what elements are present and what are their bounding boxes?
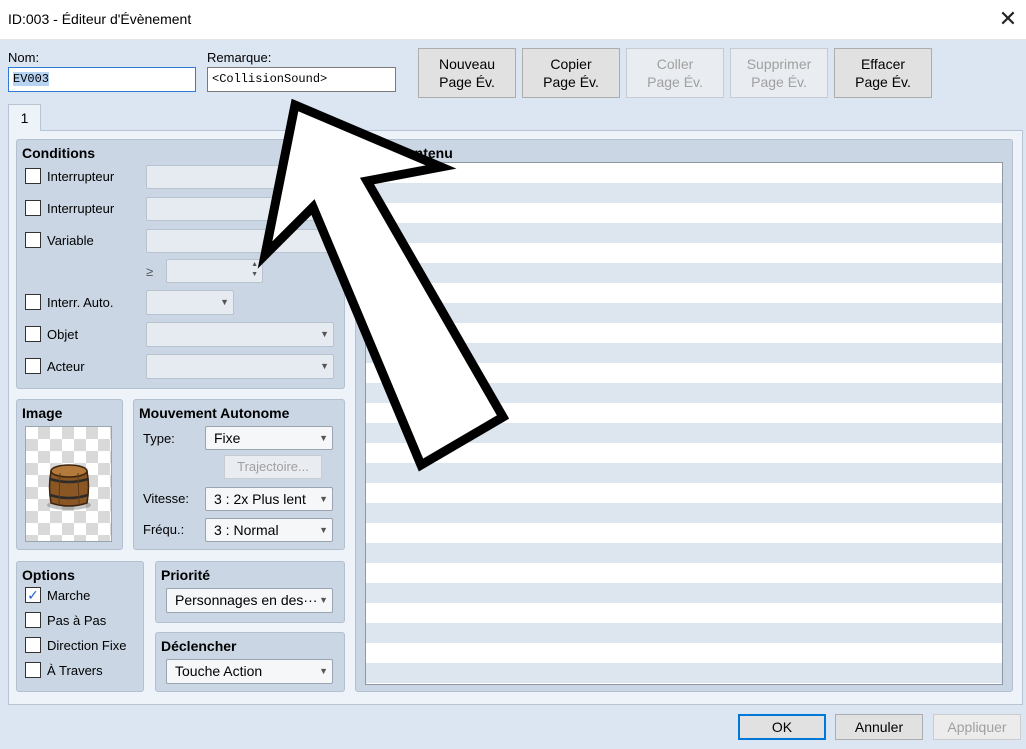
condition-variable-label: Variable [47, 233, 94, 248]
option-walk-checkbox[interactable]: ✓ [25, 587, 41, 603]
chevron-down-icon: ▼ [319, 494, 328, 504]
condition-selfswitch-label: Interr. Auto. [47, 295, 114, 310]
delete-page-label-2: Page Év. [751, 74, 807, 90]
condition-actor-checkbox[interactable] [25, 358, 41, 374]
close-icon[interactable]: ✕ [998, 6, 1018, 32]
new-page-button[interactable]: Nouveau Page Év. [418, 48, 516, 98]
paste-page-button[interactable]: Coller Page Év. [626, 48, 724, 98]
name-label: Nom: [8, 50, 40, 65]
condition-switch2-label: Interrupteur [47, 201, 115, 216]
condition-switch2-checkbox[interactable] [25, 200, 41, 216]
chevron-down-icon: ▼ [319, 595, 328, 605]
new-page-label-1: Nouveau [438, 56, 496, 72]
ok-button[interactable]: OK [738, 714, 826, 740]
clear-page-button[interactable]: Effacer Page Év. [834, 48, 932, 98]
condition-variable-checkbox[interactable] [25, 232, 41, 248]
new-page-label-2: Page Év. [439, 74, 495, 90]
apply-button[interactable]: Appliquer [933, 714, 1021, 740]
chevron-down-icon: ▼ [319, 666, 328, 676]
option-step-checkbox[interactable] [25, 612, 41, 628]
note-input[interactable]: <CollisionSound> [207, 67, 396, 92]
conditions-title: Conditions [22, 145, 96, 161]
priority-title: Priorité [161, 567, 211, 583]
movement-freq-value: 3 : Normal [214, 522, 279, 538]
options-title: Options [22, 567, 75, 583]
option-direction-fix-checkbox[interactable] [25, 637, 41, 653]
movement-speed-label: Vitesse: [143, 491, 190, 506]
paste-page-label-1: Coller [656, 56, 694, 72]
condition-selfswitch-checkbox[interactable] [25, 294, 41, 310]
condition-selfswitch-select[interactable]: ▼ [146, 290, 234, 315]
option-direction-fix-label: Direction Fixe [47, 638, 127, 653]
cancel-button[interactable]: Annuler [835, 714, 923, 740]
movement-speed-value: 3 : 2x Plus lent [214, 491, 306, 507]
condition-item-checkbox[interactable] [25, 326, 41, 342]
clear-page-label-2: Page Év. [855, 74, 911, 90]
movement-type-value: Fixe [214, 430, 241, 446]
priority-value: Personnages en des··· [175, 592, 318, 608]
chevron-down-icon: ▼ [220, 297, 229, 307]
trigger-title: Déclencher [161, 638, 237, 654]
copy-page-label-2: Page Év. [543, 74, 599, 90]
condition-actor-label: Acteur [47, 359, 85, 374]
movement-freq-select[interactable]: 3 : Normal ▼ [205, 518, 333, 542]
option-through-label: À Travers [47, 663, 103, 678]
copy-page-button[interactable]: Copier Page Év. [522, 48, 620, 98]
event-image-preview[interactable] [25, 426, 112, 542]
option-step-label: Pas à Pas [47, 613, 107, 628]
name-input[interactable]: EV003 [8, 67, 196, 92]
trigger-select[interactable]: Touche Action ▼ [166, 659, 333, 684]
annotation-arrow-icon [257, 98, 510, 472]
note-value: <CollisionSound> [212, 72, 328, 86]
copy-page-label-1: Copier [550, 56, 592, 72]
condition-switch1-label: Interrupteur [47, 169, 115, 184]
image-title: Image [22, 405, 63, 421]
tab-page-1[interactable]: 1 [8, 104, 41, 131]
trigger-value: Touche Action [175, 663, 263, 679]
title-bar: ID:003 - Éditeur d'Évènement ✕ [0, 0, 1026, 40]
barrel-icon [47, 464, 91, 510]
note-label: Remarque: [207, 50, 272, 65]
chevron-down-icon: ▼ [319, 525, 328, 535]
condition-switch1-checkbox[interactable] [25, 168, 41, 184]
name-value: EV003 [13, 72, 50, 86]
paste-page-label-2: Page Év. [647, 74, 703, 90]
option-through-checkbox[interactable] [25, 662, 41, 678]
delete-page-label-1: Supprimer [746, 56, 812, 72]
movement-type-label: Type: [143, 431, 175, 446]
option-walk-label: Marche [47, 588, 91, 603]
greater-equal-symbol: ≥ [146, 264, 154, 279]
clear-page-label-1: Effacer [860, 56, 906, 72]
movement-speed-select[interactable]: 3 : 2x Plus lent ▼ [205, 487, 333, 511]
condition-item-label: Objet [47, 327, 79, 342]
delete-page-button[interactable]: Supprimer Page Év. [730, 48, 828, 98]
variable-value-spinner[interactable]: ▲ ▼ [166, 259, 263, 283]
window-title: ID:003 - Éditeur d'Évènement [8, 11, 192, 27]
priority-select[interactable]: Personnages en des··· ▼ [166, 588, 333, 613]
movement-freq-label: Fréqu.: [143, 522, 185, 537]
